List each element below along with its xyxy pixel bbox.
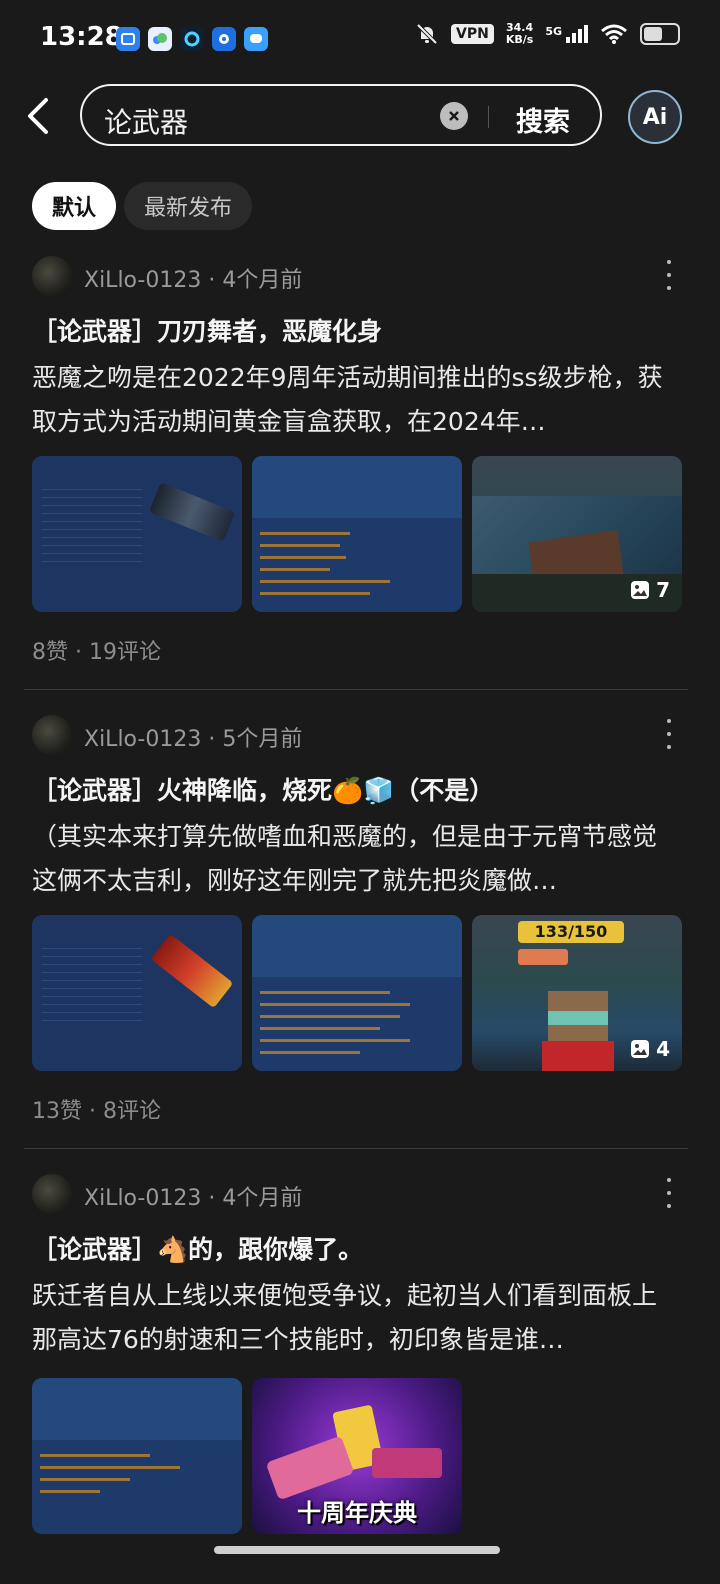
tab-latest[interactable]: 最新发布	[124, 182, 253, 230]
post-images: 十周年庆典	[32, 1378, 462, 1534]
like-count: 13赞	[32, 1099, 82, 1124]
post-title[interactable]: ［论武器］🐴的，跟你爆了。	[32, 1230, 363, 1266]
post-stats: 8赞 · 19评论	[32, 640, 161, 665]
more-options-icon[interactable]	[666, 1178, 672, 1208]
system-status: VPN 34.4 KB/s 5G	[415, 22, 680, 46]
chat-app-icon	[244, 27, 268, 51]
post-title[interactable]: ［论武器］刀刃舞者，恶魔化身	[32, 312, 382, 348]
post-time: 4个月前	[222, 268, 303, 293]
ring-app-icon	[180, 27, 204, 51]
gallery-icon	[631, 581, 650, 599]
clear-search-button[interactable]	[440, 102, 468, 130]
search-header: 论武器 搜索 Ai	[0, 84, 720, 148]
hud-ammo-counter: 133/150	[518, 921, 624, 943]
more-options-icon[interactable]	[666, 260, 672, 290]
author-name[interactable]: XiLlo-0123	[84, 727, 201, 752]
status-time: 13:28	[40, 22, 123, 52]
post-divider	[24, 1148, 688, 1149]
post-card[interactable]: XiLlo-0123 · 4个月前 ［论武器］刀刃舞者，恶魔化身 恶魔之吻是在2…	[0, 256, 720, 676]
post-image[interactable]	[252, 915, 462, 1071]
image-count-badge: 7	[630, 578, 670, 602]
post-body[interactable]: 恶魔之吻是在2022年9周年活动期间推出的ss级步枪，获取方式为活动期间黄金盲盒…	[32, 356, 672, 444]
gallery-icon	[631, 1040, 650, 1058]
post-time: 4个月前	[222, 1186, 303, 1211]
image-count: 4	[656, 1037, 670, 1061]
notification-icons	[116, 27, 268, 51]
like-count: 8赞	[32, 640, 68, 665]
post-image[interactable]: 133/150 4	[472, 915, 682, 1071]
more-options-icon[interactable]	[666, 719, 672, 749]
post-image[interactable]	[252, 456, 462, 612]
search-button[interactable]: 搜索	[516, 100, 570, 139]
sort-tabs: 默认 最新发布	[32, 182, 253, 230]
close-icon	[449, 111, 459, 121]
wifi-icon	[601, 24, 627, 44]
post-author-line: XiLlo-0123 · 4个月前	[84, 268, 303, 293]
post-image[interactable]	[32, 456, 242, 612]
back-button[interactable]	[24, 92, 64, 140]
comment-count: 19评论	[89, 640, 161, 665]
mute-bell-icon	[416, 23, 438, 45]
home-indicator[interactable]	[214, 1546, 500, 1554]
ai-label: Ai	[642, 104, 668, 130]
post-author-line: XiLlo-0123 · 5个月前	[84, 727, 303, 752]
post-images: 133/150 4	[32, 915, 682, 1071]
post-divider	[24, 689, 688, 690]
network-speed: 34.4 KB/s	[506, 22, 533, 46]
post-title[interactable]: ［论武器］火神降临，烧死🍊🧊（不是）	[32, 771, 494, 807]
post-image[interactable]: 十周年庆典	[252, 1378, 462, 1534]
author-name[interactable]: XiLlo-0123	[84, 1186, 201, 1211]
post-image[interactable]	[32, 915, 242, 1071]
search-query-text[interactable]: 论武器	[104, 101, 188, 141]
promo-banner-text: 十周年庆典	[297, 1499, 417, 1527]
circle-app-icon	[212, 27, 236, 51]
avatar[interactable]	[32, 256, 72, 296]
tab-default[interactable]: 默认	[32, 182, 117, 230]
battery-icon	[640, 23, 680, 45]
search-input[interactable]: 论武器 搜索	[80, 84, 602, 146]
post-body[interactable]: （其实本来打算先做嗜血和恶魔的，但是由于元宵节感觉这俩不太吉利，刚好这年刚完了就…	[32, 815, 672, 903]
post-image[interactable]	[32, 1378, 242, 1534]
post-images: 7	[32, 456, 682, 612]
post-header: XiLlo-0123 · 4个月前	[32, 256, 688, 296]
comment-count: 8评论	[103, 1099, 161, 1124]
image-count-badge: 4	[630, 1037, 670, 1061]
post-card[interactable]: XiLlo-0123 · 5个月前 ［论武器］火神降临，烧死🍊🧊（不是） （其实…	[0, 715, 720, 1135]
cell-signal-icon: 5G	[545, 25, 588, 43]
app-notification-icon	[116, 27, 140, 51]
search-divider	[488, 106, 489, 128]
post-image[interactable]: 7	[472, 456, 682, 612]
ai-assistant-button[interactable]: Ai	[628, 90, 682, 144]
cloud-app-icon	[148, 27, 172, 51]
post-time: 5个月前	[222, 727, 303, 752]
post-author-line: XiLlo-0123 · 4个月前	[84, 1186, 303, 1211]
status-bar: 13:28 VPN 34.4 KB/s 5G	[0, 0, 720, 80]
avatar[interactable]	[32, 1174, 72, 1214]
post-header: XiLlo-0123 · 5个月前	[32, 715, 688, 755]
author-name[interactable]: XiLlo-0123	[84, 268, 201, 293]
post-stats: 13赞 · 8评论	[32, 1099, 161, 1124]
speed-unit: KB/s	[505, 33, 534, 46]
network-type: 5G	[545, 25, 562, 38]
post-header: XiLlo-0123 · 4个月前	[32, 1174, 688, 1214]
chevron-left-icon	[28, 98, 48, 134]
post-card[interactable]: XiLlo-0123 · 4个月前 ［论武器］🐴的，跟你爆了。 跃迁者自从上线以…	[0, 1174, 720, 1554]
vpn-badge: VPN	[451, 24, 494, 44]
image-count: 7	[656, 578, 670, 602]
avatar[interactable]	[32, 715, 72, 755]
post-body[interactable]: 跃迁者自从上线以来便饱受争议，起初当人们看到面板上那高达76的射速和三个技能时，…	[32, 1274, 672, 1362]
